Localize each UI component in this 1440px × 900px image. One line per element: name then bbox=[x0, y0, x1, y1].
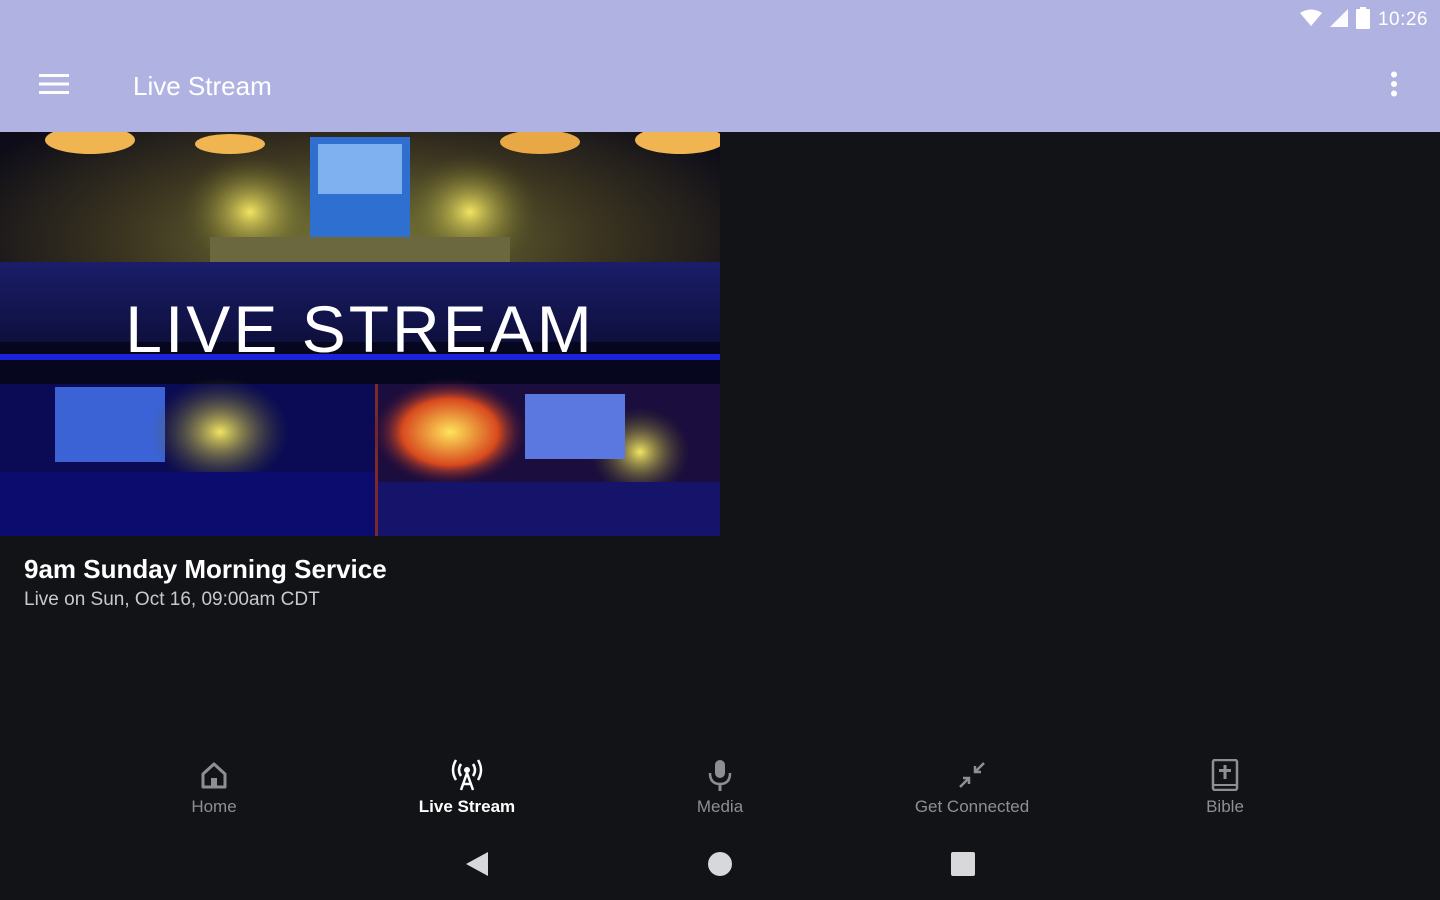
service-title: 9am Sunday Morning Service bbox=[24, 554, 387, 584]
overflow-menu-button[interactable] bbox=[1372, 64, 1416, 108]
nav-label-bible: Bible bbox=[1206, 797, 1244, 816]
nav-item-bible[interactable]: Bible bbox=[1105, 740, 1345, 830]
system-home-button[interactable] bbox=[698, 844, 742, 888]
status-bar: 10:26 bbox=[0, 0, 1440, 40]
hamburger-menu-icon bbox=[39, 73, 69, 100]
home-circle-icon bbox=[707, 851, 733, 882]
menu-button[interactable] bbox=[30, 64, 78, 108]
nav-item-live-stream[interactable]: Live Stream bbox=[347, 740, 587, 830]
broadcast-icon bbox=[450, 756, 484, 794]
system-back-button[interactable] bbox=[455, 844, 499, 888]
battery-icon bbox=[1355, 6, 1370, 34]
bible-icon bbox=[1211, 756, 1239, 794]
service-schedule: Live on Sun, Oct 16, 09:00am CDT bbox=[24, 589, 320, 610]
nav-label-home: Home bbox=[191, 797, 237, 816]
back-icon bbox=[464, 850, 490, 883]
stream-card[interactable]: LIVE STREAM 9am Sunday Morning Service L… bbox=[0, 132, 720, 632]
nav-item-media[interactable]: Media bbox=[600, 740, 840, 830]
system-navigation-bar bbox=[0, 830, 1440, 900]
bottom-navigation: Home Live Stream Media Get Connected Bib… bbox=[0, 740, 1440, 830]
collapse-arrows-icon bbox=[957, 756, 987, 794]
status-time: 10:26 bbox=[1377, 9, 1428, 30]
nav-item-get-connected[interactable]: Get Connected bbox=[852, 740, 1092, 830]
home-icon bbox=[199, 756, 229, 794]
nav-item-home[interactable]: Home bbox=[94, 740, 334, 830]
status-icons: 10:26 bbox=[1299, 6, 1428, 34]
more-vert-icon bbox=[1390, 71, 1398, 102]
nav-label-media: Media bbox=[696, 797, 744, 816]
cell-signal-icon bbox=[1329, 8, 1348, 32]
page-title: Live Stream bbox=[133, 71, 272, 101]
system-recents-button[interactable] bbox=[941, 844, 985, 888]
app-bar: Live Stream bbox=[0, 40, 1440, 132]
stream-thumbnail: LIVE STREAM bbox=[0, 132, 720, 536]
nav-label-live-stream: Live Stream bbox=[418, 797, 516, 816]
nav-label-get-connected: Get Connected bbox=[914, 797, 1030, 816]
microphone-icon bbox=[706, 756, 734, 794]
wifi-icon bbox=[1299, 9, 1322, 32]
recents-icon bbox=[950, 851, 976, 882]
